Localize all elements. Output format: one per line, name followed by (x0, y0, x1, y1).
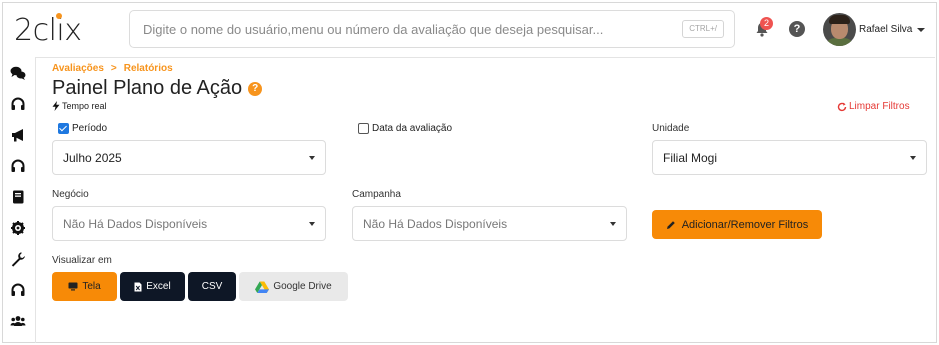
pencil-icon (666, 220, 675, 229)
data-avaliacao-label: Data da avaliação (372, 123, 453, 134)
caret-down-icon (309, 156, 315, 160)
view-csv-label: CSV (201, 281, 223, 292)
question-icon[interactable]: ? (248, 81, 263, 96)
gear-question-icon[interactable] (10, 220, 26, 236)
chevron-down-icon (917, 27, 926, 32)
add-remove-filters-button[interactable]: Adicionar/Remover Filtros (652, 210, 822, 239)
file-excel-icon (134, 282, 142, 291)
view-tela-button[interactable]: Tela (52, 272, 117, 301)
breadcrumb-separator: > (110, 63, 117, 74)
users-icon[interactable] (10, 313, 26, 329)
periodo-checkbox[interactable]: Período (58, 123, 107, 134)
logo-text: 2clix (14, 13, 82, 48)
caret-down-icon (309, 222, 315, 226)
unidade-value: Filial Mogi (663, 151, 718, 165)
notification-count-badge: 2 (760, 17, 773, 30)
bolt-icon (52, 101, 60, 111)
avatar (823, 13, 856, 46)
unidade-select[interactable]: Filial Mogi (652, 140, 927, 175)
headset-icon[interactable] (10, 158, 26, 174)
view-tela-label: Tela (82, 281, 101, 292)
caret-down-icon (610, 222, 616, 226)
breadcrumb-avaliacoes[interactable]: Avaliações (52, 63, 104, 74)
data-avaliacao-checkbox[interactable]: Data da avaliação (358, 123, 452, 134)
realtime-indicator: Tempo real (52, 101, 107, 111)
user-menu[interactable]: Rafael Silva (823, 13, 926, 46)
headset-icon[interactable] (10, 282, 26, 298)
headset-icon[interactable] (10, 96, 26, 112)
user-name: Rafael Silva (859, 24, 913, 35)
breadcrumb: Avaliações > Relatórios (52, 63, 173, 74)
negocio-select[interactable]: Não Há Dados Disponíveis (52, 206, 326, 241)
caret-down-icon (910, 156, 916, 160)
add-remove-filters-label: Adicionar/Remover Filtros (681, 218, 809, 231)
campanha-select[interactable]: Não Há Dados Disponíveis (352, 206, 627, 241)
book-icon[interactable] (10, 189, 26, 205)
search-input[interactable]: Digite o nome do usuário,menu ou número … (129, 10, 735, 48)
clear-filters-link[interactable]: Limpar Filtros (837, 101, 910, 112)
search-shortcut-badge: CTRL+/ (682, 20, 724, 38)
view-google-drive-button[interactable]: Google Drive (239, 272, 348, 301)
negocio-value: Não Há Dados Disponíveis (63, 217, 208, 231)
clear-filters-label: Limpar Filtros (849, 101, 910, 112)
page-title: Painel Plano de Ação (52, 77, 243, 99)
refresh-icon (837, 102, 847, 111)
google-drive-icon (255, 281, 270, 293)
negocio-label: Negócio (52, 189, 89, 200)
breadcrumb-relatorios[interactable]: Relatórios (124, 63, 173, 74)
view-csv-button[interactable]: CSV (188, 272, 236, 301)
periodo-select[interactable]: Julho 2025 (52, 140, 326, 175)
monitor-icon (68, 282, 78, 291)
view-drive-label: Google Drive (273, 281, 332, 292)
periodo-label: Período (72, 123, 108, 134)
chat-bubbles-icon[interactable] (10, 65, 26, 81)
page-title-row: Painel Plano de Ação ? (52, 77, 263, 100)
megaphone-icon[interactable] (10, 127, 26, 143)
campanha-value: Não Há Dados Disponíveis (363, 217, 508, 231)
realtime-label: Tempo real (62, 101, 107, 111)
wrench-icon[interactable] (10, 251, 26, 267)
view-excel-button[interactable]: Excel (120, 272, 185, 301)
periodo-value: Julho 2025 (63, 151, 122, 165)
header-divider (36, 57, 935, 58)
view-label: Visualizar em (52, 255, 112, 266)
unidade-label: Unidade (652, 123, 690, 134)
sidebar (0, 57, 36, 343)
campanha-label: Campanha (352, 189, 401, 200)
checkbox-checked[interactable] (58, 123, 69, 134)
help-icon[interactable]: ? (789, 21, 805, 37)
checkbox-unchecked[interactable] (358, 123, 369, 134)
logo-dot-icon (56, 13, 62, 19)
search-placeholder: Digite o nome do usuário,menu ou número … (143, 22, 604, 37)
view-excel-label: Excel (146, 281, 171, 292)
logo[interactable]: 2clix (14, 12, 82, 46)
